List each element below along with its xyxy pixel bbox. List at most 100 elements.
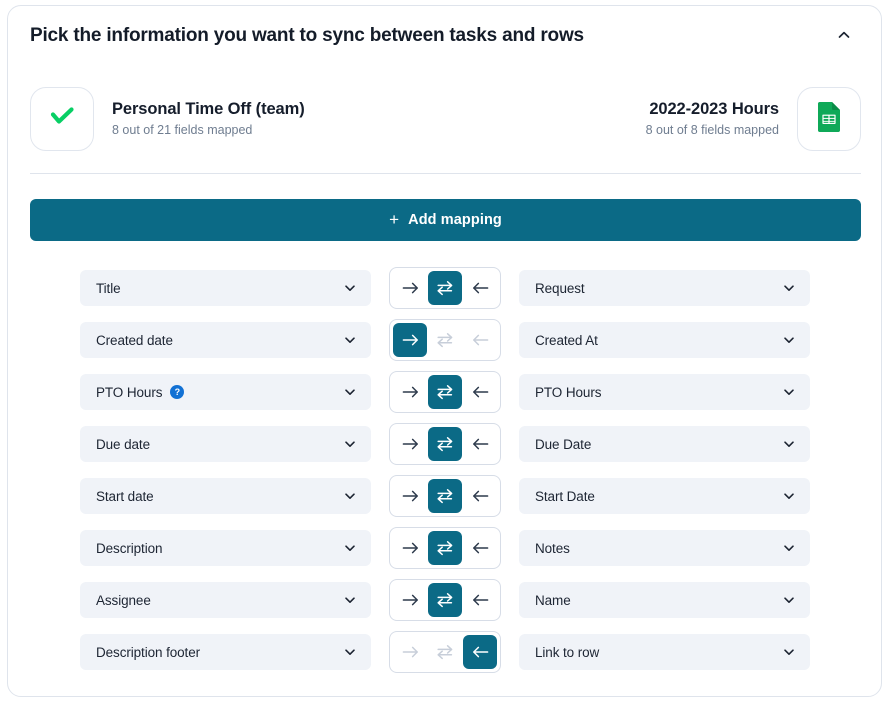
collapse-section-button[interactable] [829, 21, 859, 51]
target-field-dropdown[interactable]: PTO Hours [519, 374, 810, 410]
arrow-left-icon [472, 593, 489, 607]
sync-direction-group [389, 267, 501, 309]
sync-direction-left-button[interactable] [463, 375, 497, 409]
source-field-label: Created date [96, 332, 173, 348]
sync-direction-right-button[interactable] [393, 583, 427, 617]
target-field-dropdown[interactable]: Link to row [519, 634, 810, 670]
target-field-dropdown[interactable]: Due Date [519, 426, 810, 462]
source-field-label: Start date [96, 488, 154, 504]
plus-icon: + [389, 209, 400, 229]
mapping-row: Description footer Link to row [8, 631, 881, 673]
sync-direction-left-button[interactable] [463, 271, 497, 305]
sync-direction-bidirectional-button[interactable] [428, 375, 462, 409]
arrow-right-icon [402, 541, 419, 555]
source-field-dropdown[interactable]: PTO Hours? [80, 374, 371, 410]
mapping-row: Title Request [8, 267, 881, 309]
wrike-checkmark-icon [47, 102, 77, 137]
sync-direction-right-button[interactable] [393, 427, 427, 461]
sync-direction-left-button[interactable] [463, 479, 497, 513]
sync-direction-left-button[interactable] [463, 635, 497, 669]
chevron-down-icon [782, 281, 796, 295]
target-field-dropdown[interactable]: Created At [519, 322, 810, 358]
sync-direction-left-button[interactable] [463, 427, 497, 461]
target-field-label: Name [535, 592, 571, 608]
sync-direction-left-button[interactable] [463, 531, 497, 565]
sync-direction-left-button[interactable] [463, 583, 497, 617]
arrows-bidirectional-icon [436, 332, 454, 348]
source-field-dropdown[interactable]: Description [80, 530, 371, 566]
mapping-row: Created date Created At [8, 319, 881, 361]
card-header: Pick the information you want to sync be… [8, 6, 881, 66]
sync-direction-bidirectional-button[interactable] [428, 427, 462, 461]
arrow-right-icon [402, 593, 419, 607]
chevron-down-icon [343, 437, 357, 451]
sync-direction-right-button[interactable] [393, 323, 427, 357]
help-icon[interactable]: ? [170, 385, 185, 399]
sync-direction-bidirectional-button[interactable] [428, 479, 462, 513]
google-sheets-icon [816, 101, 842, 138]
wrike-app-meta: Personal Time Off (team) 8 out of 21 fie… [112, 98, 305, 140]
arrow-right-icon [402, 281, 419, 295]
arrow-left-icon [472, 437, 489, 451]
arrow-right-icon [402, 645, 419, 659]
chevron-down-icon [343, 593, 357, 607]
source-field-label: Assignee [96, 592, 151, 608]
source-field-label: PTO Hours [96, 384, 163, 400]
sync-direction-right-button[interactable] [393, 531, 427, 565]
source-field-dropdown[interactable]: Description footer [80, 634, 371, 670]
target-field-label: Due Date [535, 436, 592, 452]
sync-direction-group [389, 319, 501, 361]
chevron-down-icon [782, 385, 796, 399]
add-mapping-button[interactable]: + Add mapping [30, 199, 861, 241]
sheets-app-name: 2022-2023 Hours [649, 99, 779, 118]
arrow-left-icon [472, 489, 489, 503]
sync-direction-right-button[interactable] [393, 375, 427, 409]
chevron-up-icon [836, 27, 852, 46]
mapping-row: Start date Start Date [8, 475, 881, 517]
sync-direction-right-button[interactable] [393, 271, 427, 305]
target-field-label: PTO Hours [535, 384, 602, 400]
sheets-fields-mapped: 8 out of 8 fields mapped [645, 123, 779, 138]
target-field-dropdown[interactable]: Notes [519, 530, 810, 566]
arrow-left-icon [472, 333, 489, 347]
sync-direction-group [389, 475, 501, 517]
mapping-row: PTO Hours? PTO Hours [8, 371, 881, 413]
arrows-bidirectional-icon [436, 592, 454, 608]
mapping-row: Description Notes [8, 527, 881, 569]
arrows-bidirectional-icon [436, 488, 454, 504]
add-mapping-label: Add mapping [408, 212, 502, 228]
chevron-down-icon [782, 333, 796, 347]
target-field-label: Notes [535, 540, 570, 556]
field-mapping-card: Pick the information you want to sync be… [7, 5, 882, 697]
target-field-dropdown[interactable]: Request [519, 270, 810, 306]
sync-direction-bidirectional-button [428, 323, 462, 357]
target-field-dropdown[interactable]: Start Date [519, 478, 810, 514]
source-field-dropdown[interactable]: Title [80, 270, 371, 306]
sync-direction-group [389, 579, 501, 621]
chevron-down-icon [343, 489, 357, 503]
section-divider [30, 173, 861, 174]
wrike-app-name: Personal Time Off (team) [112, 99, 305, 118]
chevron-down-icon [782, 437, 796, 451]
sync-direction-bidirectional-button[interactable] [428, 271, 462, 305]
source-field-label: Due date [96, 436, 150, 452]
sync-direction-bidirectional-button[interactable] [428, 531, 462, 565]
sync-direction-group [389, 371, 501, 413]
arrow-left-icon [472, 385, 489, 399]
sync-direction-bidirectional-button [428, 635, 462, 669]
source-field-dropdown[interactable]: Assignee [80, 582, 371, 618]
arrow-left-icon [472, 645, 489, 659]
chevron-down-icon [343, 541, 357, 555]
arrow-right-icon [402, 489, 419, 503]
arrow-right-icon [402, 437, 419, 451]
sync-direction-right-button[interactable] [393, 479, 427, 513]
source-field-dropdown[interactable]: Created date [80, 322, 371, 358]
target-field-dropdown[interactable]: Name [519, 582, 810, 618]
target-field-label: Request [535, 280, 585, 296]
chevron-down-icon [343, 645, 357, 659]
sync-direction-bidirectional-button[interactable] [428, 583, 462, 617]
source-field-dropdown[interactable]: Start date [80, 478, 371, 514]
sync-direction-right-button [393, 635, 427, 669]
source-field-dropdown[interactable]: Due date [80, 426, 371, 462]
arrows-bidirectional-icon [436, 644, 454, 660]
